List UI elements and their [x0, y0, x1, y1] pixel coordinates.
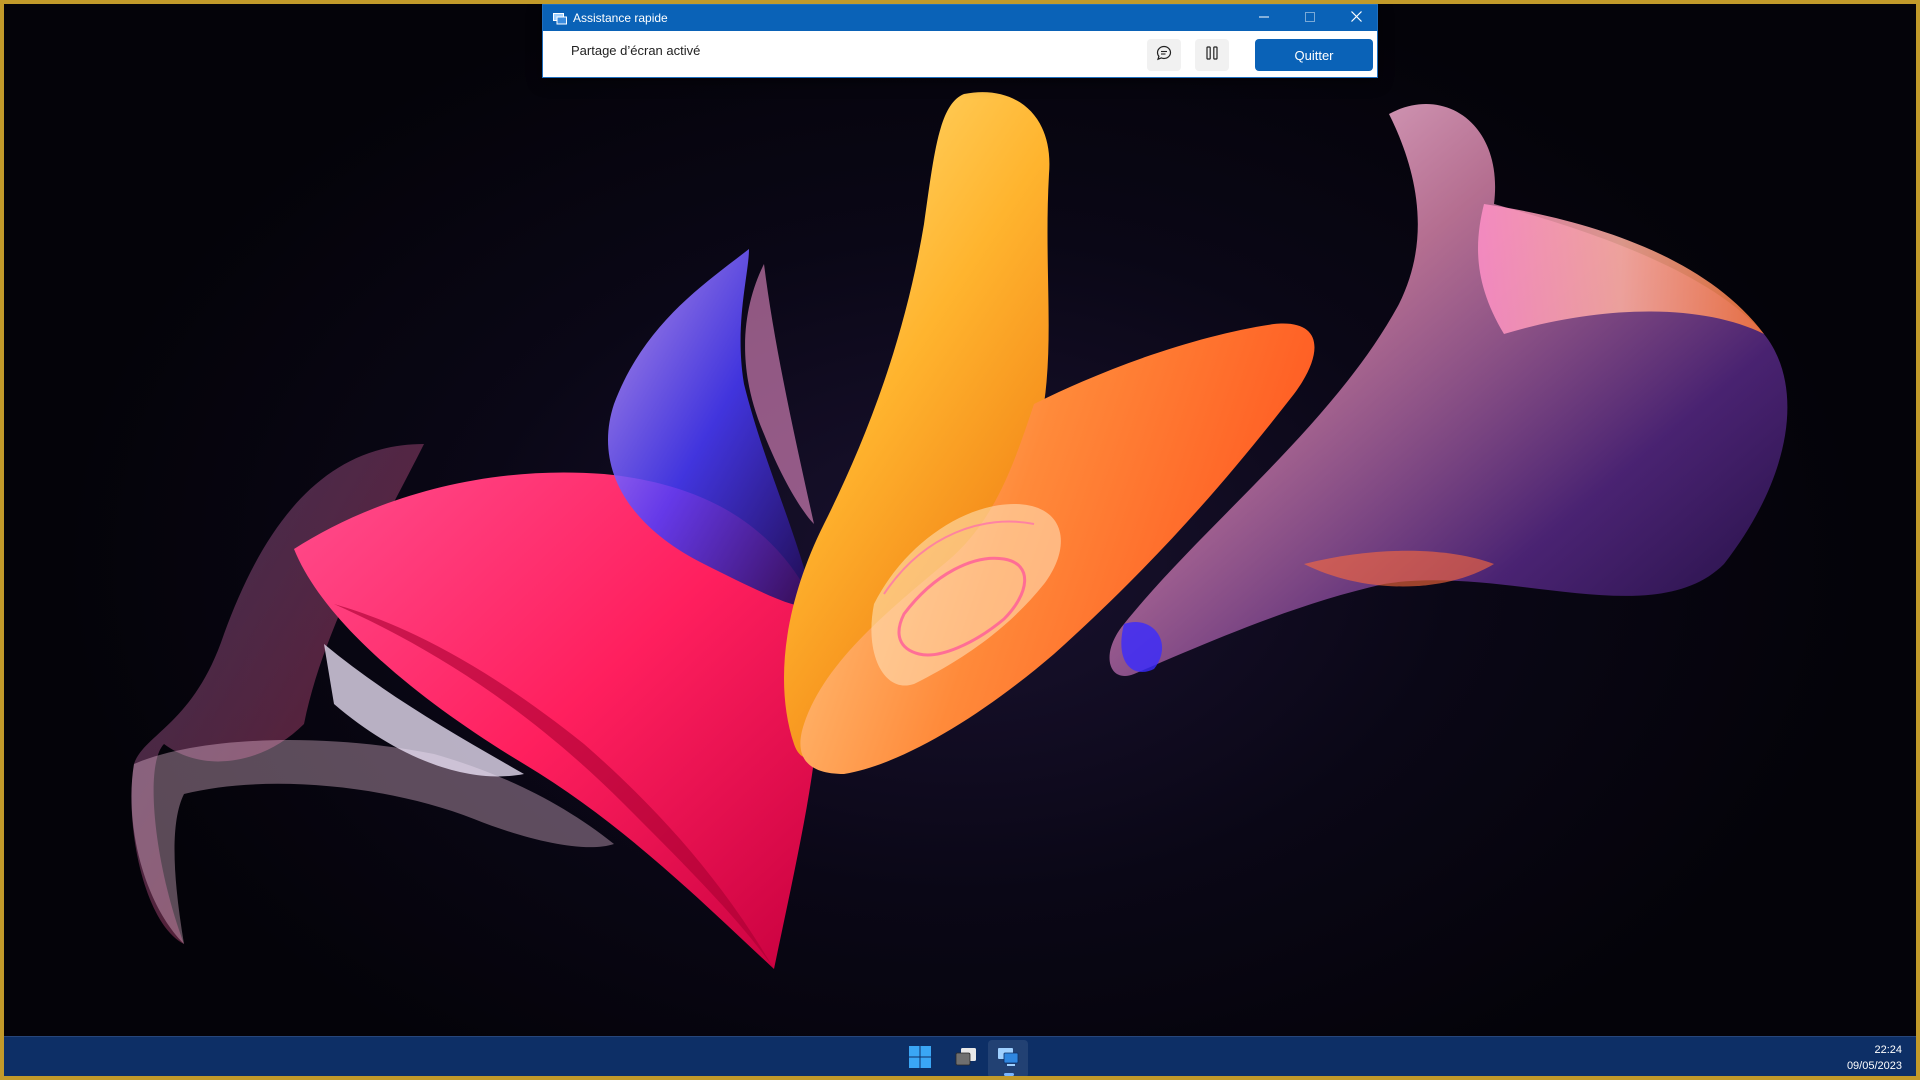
chat-button[interactable] — [1147, 39, 1181, 71]
chat-bubble-icon — [1156, 45, 1172, 66]
desktop-screen: Assistance rapide Partage d’écran activé… — [0, 0, 1920, 1080]
close-icon — [1350, 9, 1362, 27]
wallpaper-abstract-art — [131, 92, 1788, 969]
clock-time: 22:24 — [1874, 1044, 1902, 1056]
maximize-icon — [1305, 9, 1315, 27]
close-button[interactable] — [1333, 5, 1379, 31]
running-app-indicator — [1004, 1073, 1014, 1076]
desktop-wallpaper — [4, 4, 1916, 1036]
maximize-button[interactable] — [1287, 5, 1333, 31]
quick-assist-app-icon — [553, 12, 567, 25]
pause-button[interactable] — [1195, 39, 1229, 71]
windows-logo-icon — [908, 1045, 932, 1074]
quit-button[interactable]: Quitter — [1255, 39, 1373, 71]
task-view-button[interactable] — [946, 1040, 986, 1076]
pause-icon — [1204, 45, 1220, 66]
clock-date: 09/05/2023 — [1846, 1060, 1902, 1072]
title-bar[interactable]: Assistance rapide — [543, 5, 1377, 31]
screen-sharing-status: Partage d’écran activé — [571, 43, 701, 58]
taskbar: 22:24 09/05/2023 — [4, 1036, 1916, 1076]
quick-assist-icon — [996, 1046, 1020, 1073]
start-button[interactable] — [900, 1040, 940, 1076]
quick-assist-taskbar-button[interactable] — [988, 1040, 1028, 1076]
minimize-icon — [1259, 9, 1269, 27]
window-title: Assistance rapide — [573, 11, 668, 25]
task-view-icon — [954, 1046, 978, 1073]
system-clock[interactable]: 22:24 09/05/2023 — [1847, 1042, 1902, 1074]
quick-assist-window: Assistance rapide Partage d’écran activé… — [542, 4, 1378, 78]
minimize-button[interactable] — [1241, 5, 1287, 31]
